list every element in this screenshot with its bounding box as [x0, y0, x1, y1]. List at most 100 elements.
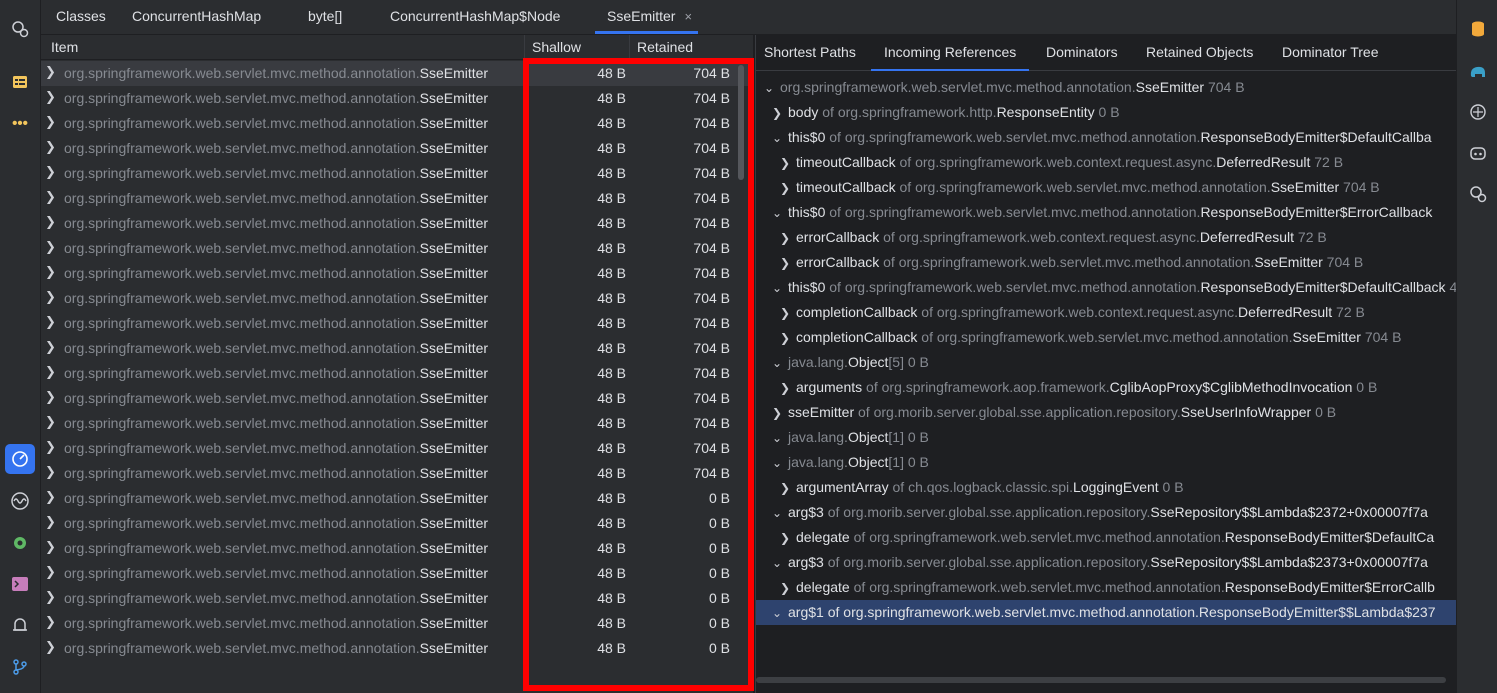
terminal-icon[interactable]: [8, 572, 32, 596]
chevron-right-icon[interactable]: ❯: [780, 256, 796, 270]
chevron-right-icon[interactable]: ❯: [45, 114, 56, 130]
chevron-down-icon[interactable]: ⌄: [772, 431, 788, 445]
tab-concurrenthashmap[interactable]: ConcurrentHashMap: [132, 0, 261, 34]
tab-sseemitter[interactable]: SseEmitter ×: [595, 0, 699, 34]
tree-node[interactable]: ❯ delegate of org.springframework.web.ser…: [756, 575, 1435, 600]
chevron-down-icon[interactable]: ⌄: [772, 556, 788, 570]
notifications-icon[interactable]: [8, 613, 32, 637]
tree-node[interactable]: ⌄ arg$3 of org.morib.server.global.sse.ap…: [756, 500, 1428, 525]
waveform-icon[interactable]: [8, 489, 32, 513]
tree-node[interactable]: ⌄ java.lang.Object[5] 0 B: [756, 350, 929, 375]
tab-retained-objects[interactable]: Retained Objects: [1146, 35, 1253, 71]
chevron-right-icon[interactable]: ❯: [772, 406, 788, 420]
chevron-right-icon[interactable]: ❯: [780, 481, 796, 495]
chevron-down-icon[interactable]: ⌄: [772, 131, 788, 145]
tree-node[interactable]: ⌄ org.springframework.web.servlet.mvc.met…: [756, 75, 1245, 100]
chevron-right-icon[interactable]: ❯: [45, 564, 56, 580]
chevron-down-icon[interactable]: ⌄: [772, 506, 788, 520]
chevron-right-icon[interactable]: ❯: [45, 264, 56, 280]
ai-icon[interactable]: [1466, 100, 1490, 124]
profiler-side-icon[interactable]: [1466, 182, 1490, 206]
tree-node[interactable]: ⌄ java.lang.Object[1] 0 B: [756, 450, 929, 475]
column-divider[interactable]: [629, 35, 630, 60]
chevron-right-icon[interactable]: ❯: [45, 139, 56, 155]
tree-node[interactable]: ⌄ this$0 of org.springframework.web.servl…: [756, 200, 1432, 225]
tree-node[interactable]: ⌄ this$0 of org.springframework.web.servl…: [756, 275, 1456, 300]
chevron-right-icon[interactable]: ❯: [780, 331, 796, 345]
chevron-right-icon[interactable]: ❯: [45, 389, 56, 405]
tab-incoming-references[interactable]: Incoming References: [871, 35, 1030, 71]
more-icon[interactable]: •••: [8, 111, 32, 135]
chevron-down-icon[interactable]: ⌄: [772, 206, 788, 220]
chevron-right-icon[interactable]: ❯: [45, 439, 56, 455]
tree-node[interactable]: ❯ arguments of org.springframework.aop.fr…: [756, 375, 1377, 400]
chevron-right-icon[interactable]: ❯: [45, 214, 56, 230]
chevron-right-icon[interactable]: ❯: [45, 639, 56, 655]
chevron-right-icon[interactable]: ❯: [780, 156, 796, 170]
chevron-right-icon[interactable]: ❯: [780, 181, 796, 195]
chevron-right-icon[interactable]: ❯: [780, 531, 796, 545]
tree-node[interactable]: ❯ body of org.springframework.http.Respon…: [756, 100, 1120, 125]
tab-classes[interactable]: Classes: [56, 0, 106, 34]
tree-node[interactable]: ⌄ arg$3 of org.morib.server.global.sse.ap…: [756, 550, 1428, 575]
chevron-right-icon[interactable]: ❯: [780, 231, 796, 245]
tree-node[interactable]: ⌄ this$0 of org.springframework.web.servl…: [756, 125, 1432, 150]
chevron-right-icon[interactable]: ❯: [45, 314, 56, 330]
chevron-right-icon[interactable]: ❯: [780, 306, 796, 320]
chevron-right-icon[interactable]: ❯: [45, 339, 56, 355]
tab-dominators[interactable]: Dominators: [1046, 35, 1118, 71]
tree-node[interactable]: ❯ delegate of org.springframework.web.ser…: [756, 525, 1434, 550]
tree-node[interactable]: ❯ timeoutCallback of org.springframework.…: [756, 175, 1380, 200]
chevron-right-icon[interactable]: ❯: [45, 489, 56, 505]
close-icon[interactable]: ×: [684, 9, 692, 24]
settings-icon[interactable]: [8, 531, 32, 555]
tree-node[interactable]: ❯ errorCallback of org.springframework.we…: [756, 225, 1327, 250]
chevron-right-icon[interactable]: ❯: [45, 539, 56, 555]
tree-node[interactable]: ❯ timeoutCallback of org.springframework.…: [756, 150, 1343, 175]
tab-shortest-paths[interactable]: Shortest Paths: [764, 35, 856, 71]
memory-dashboard-icon[interactable]: [5, 444, 35, 474]
chevron-right-icon[interactable]: ❯: [780, 581, 796, 595]
tree-node[interactable]: ❯ sseEmitter of org.morib.server.global.s…: [756, 400, 1336, 425]
chevron-right-icon[interactable]: ❯: [45, 364, 56, 380]
git-branch-icon[interactable]: [8, 655, 32, 679]
chevron-right-icon[interactable]: ❯: [772, 106, 788, 120]
tree-node[interactable]: ❯ completionCallback of org.springframewo…: [756, 325, 1401, 350]
chevron-right-icon[interactable]: ❯: [45, 239, 56, 255]
chevron-down-icon[interactable]: ⌄: [772, 606, 788, 620]
chevron-right-icon[interactable]: ❯: [45, 514, 56, 530]
chevron-right-icon[interactable]: ❯: [45, 64, 56, 80]
column-shallow[interactable]: Shallow: [532, 39, 581, 55]
database-icon[interactable]: [1466, 17, 1490, 41]
tree-node[interactable]: ❯ argumentArray of ch.qos.logback.classic…: [756, 475, 1184, 500]
chevron-down-icon[interactable]: ⌄: [772, 281, 788, 295]
chevron-right-icon[interactable]: ❯: [45, 414, 56, 430]
tab-byte-array[interactable]: byte[]: [308, 0, 342, 34]
chevron-down-icon[interactable]: ⌄: [772, 356, 788, 370]
chevron-right-icon[interactable]: ❯: [45, 89, 56, 105]
chevron-right-icon[interactable]: ❯: [780, 381, 796, 395]
tab-dominator-tree[interactable]: Dominator Tree: [1282, 35, 1378, 71]
chevron-right-icon[interactable]: ❯: [45, 289, 56, 305]
structure-icon[interactable]: [8, 70, 32, 94]
chevron-right-icon[interactable]: ❯: [45, 614, 56, 630]
copilot-icon[interactable]: [1466, 141, 1490, 165]
elephant-icon[interactable]: [1466, 59, 1490, 83]
column-item[interactable]: Item: [51, 39, 78, 55]
chevron-right-icon[interactable]: ❯: [45, 589, 56, 605]
column-retained[interactable]: Retained: [637, 39, 693, 55]
chevron-right-icon[interactable]: ❯: [45, 164, 56, 180]
tree-node[interactable]: ⌄ arg$1 of org.springframework.web.servle…: [756, 600, 1456, 625]
profiler-icon[interactable]: [8, 17, 32, 41]
chevron-down-icon[interactable]: ⌄: [772, 456, 788, 470]
column-divider[interactable]: [524, 35, 525, 60]
tree-node[interactable]: ⌄ java.lang.Object[1] 0 B: [756, 425, 929, 450]
tree-node[interactable]: ❯ errorCallback of org.springframework.we…: [756, 250, 1363, 275]
horizontal-scrollbar[interactable]: [756, 677, 1446, 683]
of-text: of: [849, 579, 870, 595]
tab-concurrenthashmap-node[interactable]: ConcurrentHashMap$Node: [390, 0, 560, 34]
chevron-right-icon[interactable]: ❯: [45, 464, 56, 480]
chevron-right-icon[interactable]: ❯: [45, 189, 56, 205]
chevron-down-icon[interactable]: ⌄: [764, 81, 780, 95]
tree-node[interactable]: ❯ completionCallback of org.springframewo…: [756, 300, 1365, 325]
